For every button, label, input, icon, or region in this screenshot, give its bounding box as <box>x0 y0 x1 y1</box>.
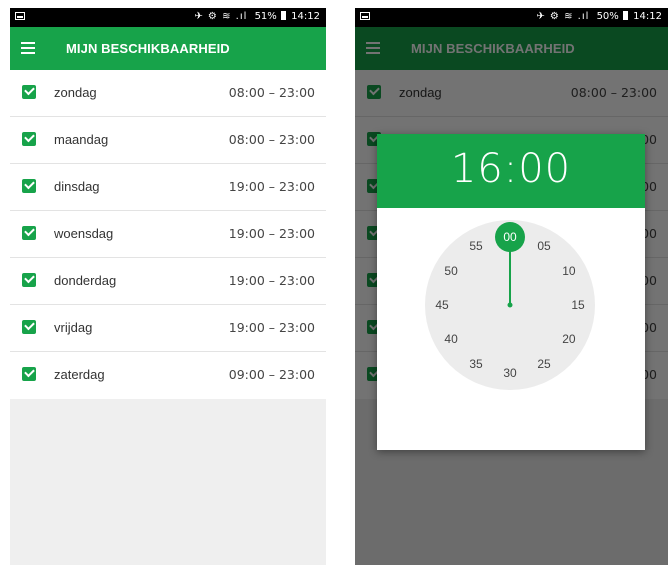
battery-percent: 51% <box>254 11 277 22</box>
clock-center <box>507 302 513 308</box>
minute-05[interactable]: 05 <box>537 239 551 253</box>
menu-icon[interactable] <box>21 42 35 54</box>
minute-40[interactable]: 40 <box>444 332 458 346</box>
status-icons: ✈ ⚙ ≋ .ıl <box>194 11 248 22</box>
battery-icon <box>280 11 286 20</box>
minute-10[interactable]: 10 <box>562 264 576 278</box>
phone-availability-screen: ✈ ⚙ ≋ .ıl 51% 14:12 MIJN BESCHIKBAARHEID… <box>10 8 326 565</box>
minute-00[interactable]: 00 <box>503 230 517 244</box>
day-label: woensdag <box>54 226 114 241</box>
battery-icon <box>622 11 628 20</box>
status-icons: ✈ ⚙ ≋ .ıl <box>536 11 590 22</box>
time-range[interactable]: 19:00 – 23:00 <box>229 320 315 335</box>
status-bar: ✈ ⚙ ≋ .ıl 50% 14:12 <box>355 8 668 27</box>
page-title: MIJN BESCHIKBAARHEID <box>66 41 230 56</box>
clock-face[interactable]: 00 05 10 15 20 25 30 35 40 45 50 55 <box>425 220 595 390</box>
battery-percent: 50% <box>596 11 619 22</box>
day-row[interactable]: dinsdag 19:00 – 23:00 <box>10 164 326 211</box>
time-range[interactable]: 19:00 – 23:00 <box>229 179 315 194</box>
time-range[interactable]: 08:00 – 23:00 <box>229 85 315 100</box>
day-label: donderdag <box>54 273 117 288</box>
day-row[interactable]: woensdag 19:00 – 23:00 <box>10 211 326 258</box>
day-row[interactable]: maandag 08:00 – 23:00 <box>10 117 326 164</box>
notification-icon <box>360 12 370 20</box>
time-range[interactable]: 19:00 – 23:00 <box>229 273 315 288</box>
availability-list: zondag 08:00 – 23:00 maandag 08:00 – 23:00… <box>10 70 326 399</box>
day-row[interactable]: zaterdag 09:00 – 23:00 <box>10 352 326 399</box>
minute-30[interactable]: 30 <box>503 366 517 380</box>
time-range[interactable]: 19:00 – 23:00 <box>229 226 315 241</box>
minute-35[interactable]: 35 <box>469 357 483 371</box>
minute-55[interactable]: 55 <box>469 239 483 253</box>
minute-25[interactable]: 25 <box>537 357 551 371</box>
checkbox-checked-icon[interactable] <box>22 320 36 334</box>
minute-dial[interactable]: 00 05 10 15 20 25 30 35 40 45 50 55 <box>425 220 595 390</box>
day-row[interactable]: zondag 08:00 – 23:00 <box>10 70 326 117</box>
time-range[interactable]: 09:00 – 23:00 <box>229 367 315 382</box>
checkbox-checked-icon[interactable] <box>22 367 36 381</box>
selected-time[interactable]: 16:00 <box>377 146 645 192</box>
minute-20[interactable]: 20 <box>562 332 576 346</box>
time-picker-dialog: 16:00 00 05 10 15 20 25 30 35 40 45 50 55 <box>377 134 645 450</box>
day-row[interactable]: donderdag 19:00 – 23:00 <box>10 258 326 305</box>
day-label: zondag <box>54 85 97 100</box>
clock-time: 14:12 <box>633 11 662 22</box>
notification-icon <box>15 12 25 20</box>
checkbox-checked-icon[interactable] <box>22 226 36 240</box>
day-label: dinsdag <box>54 179 100 194</box>
app-bar: MIJN BESCHIKBAARHEID <box>10 27 326 70</box>
clock-time: 14:12 <box>291 11 320 22</box>
checkbox-checked-icon[interactable] <box>22 273 36 287</box>
time-range[interactable]: 08:00 – 23:00 <box>229 132 315 147</box>
minute-15[interactable]: 15 <box>571 298 585 312</box>
day-row[interactable]: vrijdag 19:00 – 23:00 <box>10 305 326 352</box>
day-label: zaterdag <box>54 367 105 382</box>
day-label: maandag <box>54 132 109 147</box>
checkbox-checked-icon[interactable] <box>22 179 36 193</box>
status-bar: ✈ ⚙ ≋ .ıl 51% 14:12 <box>10 8 326 27</box>
phone-time-picker-screen: ✈ ⚙ ≋ .ıl 50% 14:12 MIJN BESCHIKBAARHEID… <box>355 8 668 565</box>
minute-50[interactable]: 50 <box>444 264 458 278</box>
minute-45[interactable]: 45 <box>435 298 449 312</box>
checkbox-checked-icon[interactable] <box>22 85 36 99</box>
time-picker-header: 16:00 <box>377 134 645 208</box>
checkbox-checked-icon[interactable] <box>22 132 36 146</box>
day-label: vrijdag <box>54 320 93 335</box>
